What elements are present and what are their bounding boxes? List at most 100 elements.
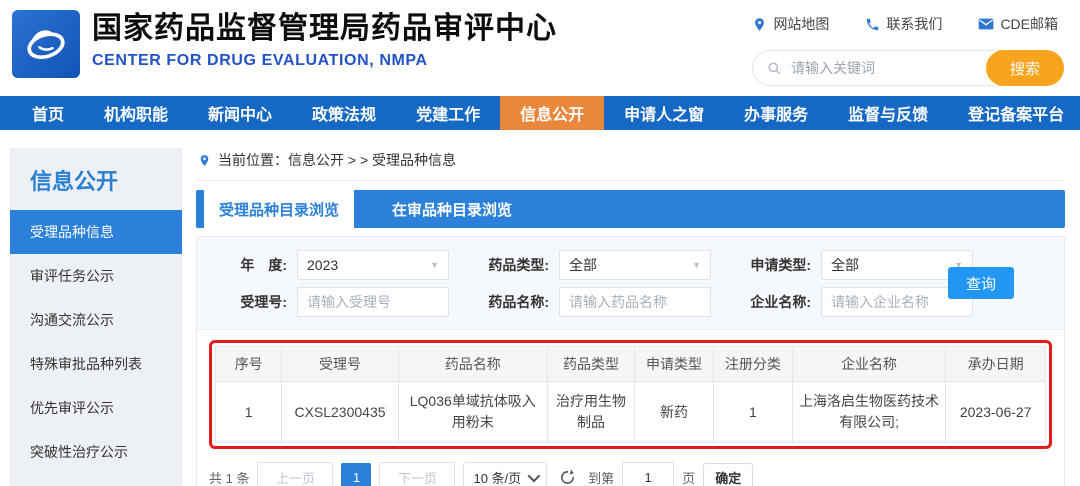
total-count: 共 1 条	[209, 470, 250, 486]
cell-date: 2023-06-27	[945, 381, 1046, 443]
pagination: 共 1 条 上一页 1 下一页 10 条/页 到第 1 页 确定	[209, 462, 1052, 486]
nav-item-news[interactable]: 新闻中心	[188, 96, 292, 130]
annotation-box: 序号 受理号 药品名称 药品类型 申请类型 注册分类 企业名称 承办日期 1 C…	[209, 340, 1052, 449]
drug-name-input[interactable]	[559, 286, 711, 317]
swan-icon	[27, 30, 65, 59]
tab-accepted-catalog[interactable]: 受理品种目录浏览	[204, 190, 354, 228]
location-pin-icon	[200, 154, 209, 166]
drug-name-label: 药品名称:	[488, 293, 549, 310]
nav-item-services[interactable]: 办事服务	[724, 96, 828, 130]
nav-item-home[interactable]: 首页	[12, 96, 84, 130]
sidebar-item-communication[interactable]: 沟通交流公示	[10, 298, 182, 342]
filter-row-2: 受理号: 药品名称: 企业名称:	[211, 283, 1050, 320]
prev-page-button[interactable]: 上一页	[257, 462, 334, 486]
main-nav: 首页 机构职能 新闻中心 政策法规 党建工作 信息公开 申请人之窗 办事服务 监…	[0, 96, 1080, 130]
cell-company: 上海洛启生物医药技术有限公司;	[791, 381, 947, 443]
cell-index: 1	[214, 381, 283, 443]
sidebar: 信息公开 受理品种信息 审评任务公示 沟通交流公示 特殊审批品种列表 优先审评公…	[10, 148, 182, 486]
contact-link[interactable]: 联系我们	[865, 14, 942, 34]
col-header-date: 承办日期	[945, 346, 1046, 382]
cell-reg-class: 1	[712, 381, 793, 443]
sidebar-item-review-tasks[interactable]: 审评任务公示	[10, 254, 182, 298]
page: 国家药品监督管理局药品审评中心 CENTER FOR DRUG EVALUATI…	[0, 0, 1080, 486]
confirm-button[interactable]: 确定	[703, 463, 754, 486]
page-number-button[interactable]: 1	[341, 463, 372, 486]
nav-item-supervision[interactable]: 监督与反馈	[828, 96, 948, 130]
nav-item-party[interactable]: 党建工作	[396, 96, 500, 130]
filter-form: 年 度: 2023 ▼ 药品类型: 全部 ▼ 申请类型: 全部 ▼ 受理号: 请…	[197, 237, 1064, 330]
col-header-company: 企业名称	[791, 346, 947, 382]
chevron-down-icon	[527, 469, 541, 482]
company-label: 企业名称:	[750, 293, 811, 310]
mail-icon	[979, 18, 994, 30]
apply-type-label: 申请类型:	[750, 256, 811, 273]
drug-type-select[interactable]: 全部 ▼	[559, 249, 711, 280]
mailbox-link[interactable]: CDE邮箱	[978, 14, 1058, 34]
location-pin-icon	[755, 17, 765, 31]
drug-type-value: 全部	[569, 256, 597, 273]
site-title: 国家药品监督管理局药品审评中心	[92, 12, 557, 45]
next-page-button[interactable]: 下一页	[379, 462, 456, 486]
filter-apply-type: 申请类型: 全部 ▼	[735, 249, 973, 280]
filter-drug-name: 药品名称:	[473, 286, 711, 317]
cell-accept-no: CXSL2300435	[281, 381, 399, 443]
nav-item-applicant-window[interactable]: 申请人之窗	[604, 96, 724, 130]
col-header-apply-type: 申请类型	[634, 346, 714, 382]
sitemap-link[interactable]: 网站地图	[752, 14, 829, 34]
sitemap-label: 网站地图	[773, 16, 830, 32]
phone-icon	[867, 18, 879, 30]
goto-suffix: 页	[682, 470, 696, 486]
drug-type-label: 药品类型:	[488, 256, 549, 273]
col-header-drug-name: 药品名称	[397, 346, 548, 382]
page-size-value: 10 条/页	[473, 470, 522, 486]
cell-apply-type: 新药	[634, 381, 714, 443]
nav-item-info-disclosure[interactable]: 信息公开	[500, 96, 605, 130]
refresh-button[interactable]	[559, 469, 576, 486]
chevron-down-icon: ▼	[430, 259, 439, 270]
sidebar-item-three-in-one[interactable]: 三合一序列公示	[10, 474, 182, 486]
site-header: 国家药品监督管理局药品审评中心 CENTER FOR DRUG EVALUATI…	[0, 0, 1080, 96]
contact-label: 联系我们	[886, 16, 943, 32]
refresh-icon	[561, 469, 575, 484]
site-search: 搜索	[752, 50, 1064, 86]
col-header-accept-no: 受理号	[281, 346, 399, 382]
sidebar-title: 信息公开	[30, 169, 119, 194]
year-label: 年 度:	[240, 256, 287, 273]
sidebar-item-breakthrough-therapy[interactable]: 突破性治疗公示	[10, 430, 182, 474]
sidebar-item-priority-review[interactable]: 优先审评公示	[10, 386, 182, 430]
search-button[interactable]: 搜索	[986, 50, 1064, 86]
main-panel: 当前位置：信息公开 > > 受理品种信息 受理品种目录浏览 在审品种目录浏览 年…	[196, 148, 1065, 486]
filter-accept-no: 受理号:	[211, 286, 449, 317]
filter-company: 企业名称:	[735, 286, 973, 317]
nav-item-registration-platform[interactable]: 登记备案平台	[948, 96, 1080, 130]
results-table: 序号 受理号 药品名称 药品类型 申请类型 注册分类 企业名称 承办日期 1 C…	[214, 346, 1046, 443]
year-value: 2023	[307, 256, 339, 273]
col-header-reg-class: 注册分类	[712, 346, 793, 382]
cell-drug-type: 治疗用生物制品	[546, 381, 636, 443]
table-row: 1 CXSL2300435 LQ036单域抗体吸入用粉末 治疗用生物制品 新药 …	[214, 381, 1046, 443]
header-quick-links: 网站地图 联系我们 CDE邮箱	[752, 14, 1058, 34]
tab-under-review-catalog[interactable]: 在审品种目录浏览	[354, 190, 550, 228]
col-header-drug-type: 药品类型	[546, 346, 636, 382]
col-header-index: 序号	[214, 346, 283, 382]
cde-logo	[12, 10, 80, 78]
filter-year: 年 度: 2023 ▼	[211, 249, 449, 280]
mailbox-label: CDE邮箱	[1000, 16, 1058, 32]
nav-item-policies[interactable]: 政策法规	[292, 96, 396, 130]
page-size-select[interactable]: 10 条/页	[463, 462, 548, 486]
search-icon	[768, 62, 781, 74]
goto-label: 到第	[588, 470, 615, 486]
query-panel: 年 度: 2023 ▼ 药品类型: 全部 ▼ 申请类型: 全部 ▼ 受理号: 请…	[196, 236, 1065, 486]
goto-page-input[interactable]	[622, 462, 675, 486]
year-select[interactable]: 2023 ▼	[297, 249, 449, 280]
accept-no-input[interactable]	[297, 286, 449, 317]
sidebar-item-special-approval[interactable]: 特殊审批品种列表	[10, 342, 182, 386]
query-button[interactable]: 查询	[948, 267, 1014, 299]
filter-drug-type: 药品类型: 全部 ▼	[473, 249, 711, 280]
accept-no-label: 受理号:	[240, 293, 287, 310]
sidebar-item-accepted-varieties[interactable]: 受理品种信息	[10, 210, 182, 254]
table-header-row: 序号 受理号 药品名称 药品类型 申请类型 注册分类 企业名称 承办日期	[214, 346, 1046, 382]
apply-type-value: 全部	[831, 256, 859, 273]
nav-item-functions[interactable]: 机构职能	[84, 96, 188, 130]
brand-block: 国家药品监督管理局药品审评中心 CENTER FOR DRUG EVALUATI…	[92, 12, 557, 70]
